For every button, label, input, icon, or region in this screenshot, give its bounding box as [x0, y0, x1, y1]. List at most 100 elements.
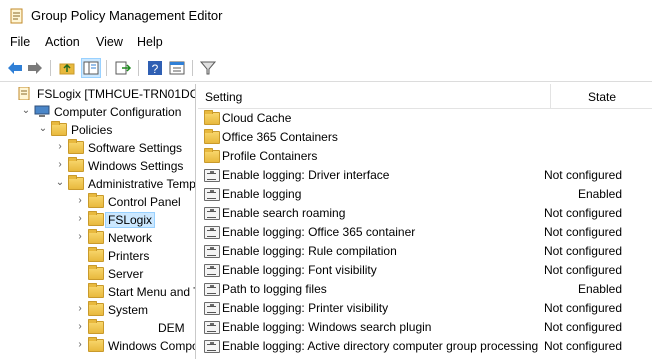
- chevron-right-icon[interactable]: ›: [55, 142, 65, 152]
- list-policy-row[interactable]: Enable logging: Windows search plugin Not…: [198, 318, 652, 337]
- folder-icon: [204, 129, 220, 144]
- setting-name: Enable logging: [222, 187, 302, 201]
- policy-setting-icon: [204, 226, 220, 239]
- list-policy-row[interactable]: Enable logging: Office 365 container Not …: [198, 223, 652, 242]
- up-folder-icon[interactable]: [58, 59, 76, 77]
- tree-item[interactable]: › Network: [0, 229, 195, 247]
- filter-icon[interactable]: [199, 59, 217, 77]
- tree-item[interactable]: ⌄ Policies: [0, 121, 195, 139]
- folder-icon: [68, 175, 84, 190]
- folder-icon: [88, 229, 104, 244]
- chevron-right-icon[interactable]: ›: [75, 304, 85, 314]
- console-tree: FSLogix [TMHCUE-TRN01DC1.V ⌄ Computer Conf…: [0, 84, 196, 359]
- tree-item[interactable]: › Control Panel: [0, 193, 195, 211]
- list-policy-row[interactable]: Enable logging: Printer visibility Not co…: [198, 299, 652, 318]
- tree-item-label: Start Menu and T: [108, 285, 195, 299]
- policy-setting-icon: [204, 302, 220, 315]
- list-header: Setting State: [198, 84, 652, 109]
- list-policy-row[interactable]: Enable logging Enabled: [198, 185, 652, 204]
- column-header-setting[interactable]: Setting: [205, 90, 242, 104]
- setting-name: Profile Containers: [222, 149, 318, 163]
- menu-help[interactable]: Help: [137, 35, 163, 49]
- toolbar-separator: [138, 60, 139, 76]
- tree-item-label: Policies: [71, 123, 113, 137]
- tree-item[interactable]: › DEM: [0, 319, 195, 337]
- tree-item[interactable]: FSLogix [TMHCUE-TRN01DC1.V: [0, 85, 195, 103]
- toolbar-separator: [106, 60, 107, 76]
- tree-item[interactable]: › Windows Settings: [0, 157, 195, 175]
- setting-name: Enable logging: Office 365 container: [222, 225, 416, 239]
- folder-icon: [88, 193, 104, 208]
- list-policy-row[interactable]: Enable logging: Rule compilation Not conf…: [198, 242, 652, 261]
- tree-item-label: Computer Configuration: [54, 105, 182, 119]
- tree-item-label: Windows Compo: [108, 339, 195, 353]
- chevron-right-icon[interactable]: ›: [55, 160, 65, 170]
- tree-item[interactable]: › Software Settings: [0, 139, 195, 157]
- setting-name: Enable search roaming: [222, 206, 346, 220]
- toolbar-separator: [192, 60, 193, 76]
- list-policy-row[interactable]: Enable logging: Font visibility Not confi…: [198, 261, 652, 280]
- setting-name: Enable logging: Active directory compute…: [222, 339, 539, 353]
- tree-item[interactable]: › FSLogix: [0, 211, 195, 229]
- tree-item-label: Administrative Temp: [88, 177, 195, 191]
- list-policy-row[interactable]: Enable logging: Driver interface Not conf…: [198, 166, 652, 185]
- menu-file[interactable]: File: [10, 35, 30, 49]
- list-folder-row[interactable]: Office 365 Containers: [198, 128, 652, 147]
- tree-item-label: Windows Settings: [88, 159, 184, 173]
- list-folder-row[interactable]: Profile Containers: [198, 147, 652, 166]
- list-policy-row[interactable]: Path to logging files Enabled: [198, 280, 652, 299]
- setting-state: Not configured: [543, 225, 622, 239]
- export-list-icon[interactable]: [114, 59, 132, 77]
- folder-icon: [88, 283, 104, 298]
- tree-item[interactable]: Server: [0, 265, 195, 283]
- column-divider[interactable]: [550, 84, 551, 108]
- policy-setting-icon: [204, 245, 220, 258]
- tree-item[interactable]: › Windows Compo: [0, 337, 195, 355]
- chevron-right-icon[interactable]: ›: [75, 232, 85, 242]
- chevron-down-icon[interactable]: ⌄: [21, 106, 31, 116]
- setting-name: Enable logging: Rule compilation: [222, 244, 397, 258]
- forward-icon[interactable]: [26, 59, 44, 77]
- folder-icon: [68, 157, 84, 172]
- settings-list: Setting State Cloud Cache Office 365 Cont…: [198, 84, 652, 359]
- folder-icon: [88, 211, 104, 226]
- tree-item-label: Server: [108, 267, 144, 281]
- list-policy-row[interactable]: Enable logging: Active directory compute…: [198, 337, 652, 356]
- help-icon[interactable]: ?: [146, 59, 164, 77]
- menu-action[interactable]: Action: [45, 35, 80, 49]
- tree-item[interactable]: Start Menu and T: [0, 283, 195, 301]
- setting-state: Not configured: [543, 339, 622, 353]
- tree-item-label: FSLogix [TMHCUE-TRN01DC1.V: [37, 87, 195, 101]
- chevron-right-icon[interactable]: ›: [75, 322, 85, 332]
- menu-bar: File Action View Help: [0, 32, 652, 52]
- folder-icon: [88, 265, 104, 280]
- chevron-right-icon[interactable]: ›: [75, 196, 85, 206]
- policy-setting-icon: [204, 321, 220, 334]
- list-policy-row[interactable]: Enable search roaming Not configured: [198, 204, 652, 223]
- chevron-right-icon[interactable]: ›: [75, 340, 85, 350]
- chevron-right-icon[interactable]: ›: [75, 214, 85, 224]
- menu-view[interactable]: View: [96, 35, 123, 49]
- properties-icon[interactable]: [168, 59, 186, 77]
- title-bar: Group Policy Management Editor: [0, 0, 652, 32]
- tree-item[interactable]: ⌄ Computer Configuration: [0, 103, 195, 121]
- policy-setting-icon: [204, 169, 220, 182]
- back-icon[interactable]: [6, 59, 24, 77]
- tree-item[interactable]: Printers: [0, 247, 195, 265]
- setting-state: Not configured: [543, 206, 622, 220]
- chevron-down-icon[interactable]: ⌄: [38, 124, 48, 134]
- folder-icon: [88, 301, 104, 316]
- setting-state: Enabled: [577, 187, 622, 201]
- list-folder-row[interactable]: Cloud Cache: [198, 109, 652, 128]
- setting-state: Not configured: [543, 301, 622, 315]
- setting-name: Enable logging: Font visibility: [222, 263, 377, 277]
- column-header-state[interactable]: State: [588, 90, 616, 104]
- tree-item[interactable]: ⌄ Administrative Temp: [0, 175, 195, 193]
- folder-icon: [88, 337, 104, 352]
- chevron-down-icon[interactable]: ⌄: [55, 178, 65, 188]
- tree-item-label: DEM: [158, 321, 185, 335]
- tree-item-label: System: [108, 303, 149, 317]
- tree-item[interactable]: › System: [0, 301, 195, 319]
- show-hide-tree-icon[interactable]: [81, 58, 101, 78]
- setting-state: Not configured: [543, 168, 622, 182]
